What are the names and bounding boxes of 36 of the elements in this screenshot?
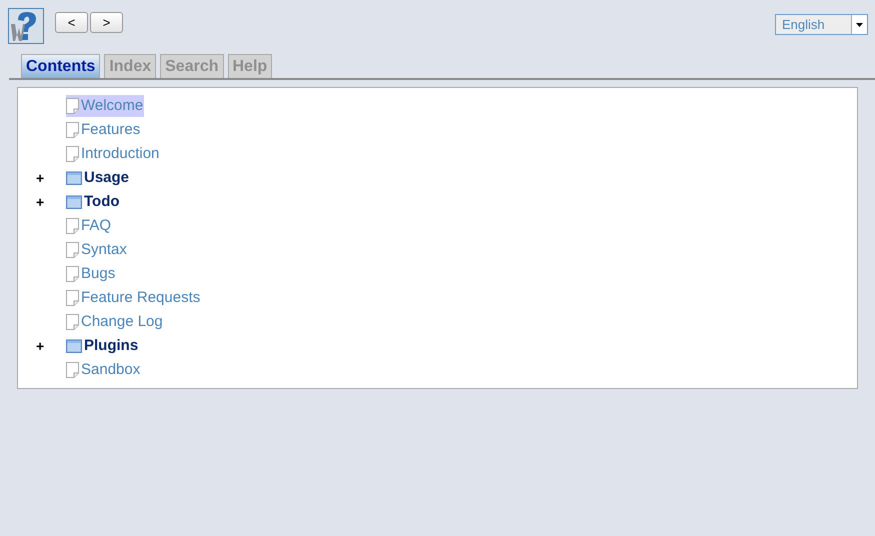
page-icon bbox=[66, 146, 79, 162]
tree-item[interactable]: FAQ bbox=[66, 215, 112, 237]
expand-toggle[interactable]: + bbox=[36, 336, 49, 356]
back-button[interactable]: < bbox=[55, 12, 88, 33]
tree-item[interactable]: Syntax bbox=[66, 239, 128, 261]
page-icon bbox=[66, 314, 79, 330]
help-logo-icon bbox=[8, 8, 44, 44]
expand-toggle[interactable]: + bbox=[36, 192, 49, 212]
language-select[interactable]: English bbox=[775, 14, 868, 35]
tree-item[interactable]: Usage bbox=[66, 167, 130, 189]
tree-item[interactable]: Features bbox=[66, 119, 142, 141]
tree-item[interactable]: Welcome bbox=[66, 95, 144, 117]
tab[interactable]: Index bbox=[104, 54, 156, 78]
dropdown-arrow-icon bbox=[856, 22, 863, 26]
tab[interactable]: Search bbox=[160, 54, 224, 78]
tree-item[interactable]: Sandbox bbox=[66, 359, 142, 381]
forward-button[interactable]: > bbox=[90, 12, 123, 33]
folder-icon bbox=[66, 171, 82, 185]
tab[interactable]: Help bbox=[228, 54, 272, 78]
folder-icon bbox=[66, 195, 82, 209]
tab[interactable]: Contents bbox=[21, 54, 100, 78]
page-icon bbox=[66, 218, 79, 234]
folder-icon bbox=[66, 339, 82, 353]
page-icon bbox=[66, 362, 79, 378]
tree-item[interactable]: Todo bbox=[66, 191, 121, 213]
tree-item[interactable]: Plugins bbox=[66, 335, 140, 357]
page-icon bbox=[66, 98, 79, 114]
tree-item[interactable]: Introduction bbox=[66, 143, 160, 165]
tree-item[interactable]: Feature Requests bbox=[66, 287, 202, 309]
expand-toggle[interactable]: + bbox=[36, 168, 49, 188]
tree-item[interactable]: Bugs bbox=[66, 263, 116, 285]
page-icon bbox=[66, 242, 79, 258]
page-icon bbox=[66, 266, 79, 282]
page-icon bbox=[66, 122, 79, 138]
tree-item[interactable]: Change Log bbox=[66, 311, 164, 333]
page-icon bbox=[66, 290, 79, 306]
